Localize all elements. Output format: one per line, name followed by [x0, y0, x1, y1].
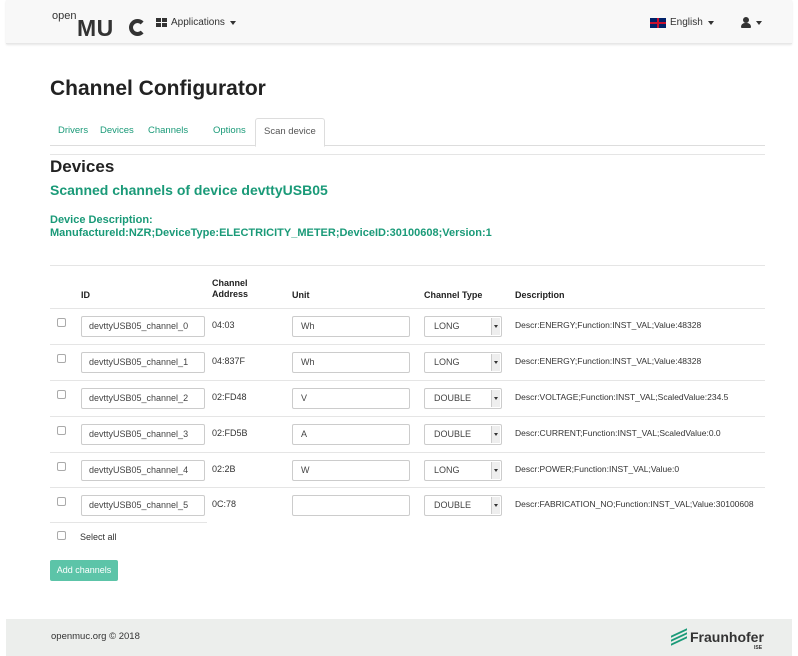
uk-flag-icon — [650, 17, 666, 28]
language-menu[interactable]: English — [650, 17, 714, 28]
select-arrow-icon — [491, 497, 500, 514]
row-checkbox[interactable] — [57, 390, 66, 399]
channel-type-value: LONG — [434, 465, 460, 475]
page-title: Channel Configurator — [50, 77, 266, 100]
row-checkbox[interactable] — [57, 497, 66, 506]
tab-drivers[interactable]: Drivers — [50, 118, 96, 146]
unit-input[interactable]: V — [292, 388, 410, 409]
unit-input[interactable]: Wh — [292, 316, 410, 337]
channel-id-input[interactable]: devttyUSB05_channel_0 — [81, 316, 205, 337]
channel-type-select[interactable]: DOUBLE — [424, 424, 502, 445]
divider — [50, 522, 207, 523]
channel-type-select[interactable]: LONG — [424, 352, 502, 373]
divider — [50, 154, 765, 155]
channel-id-input[interactable]: devttyUSB05_channel_5 — [81, 495, 205, 516]
applications-label: Applications — [171, 17, 225, 28]
channel-type-value: DOUBLE — [434, 500, 472, 510]
table-row: devttyUSB05_channel_4 02:2B W LONG Descr… — [50, 452, 765, 488]
unit-input[interactable] — [292, 495, 410, 516]
th-large-icon — [156, 18, 167, 27]
channel-type-select[interactable]: LONG — [424, 460, 502, 481]
caret-down-icon — [707, 20, 714, 25]
caret-down-icon — [229, 20, 236, 25]
unit-input[interactable]: Wh — [292, 352, 410, 373]
channel-address: 04:837F — [212, 356, 246, 366]
column-header-description: Description — [515, 290, 565, 300]
channel-id-input[interactable]: devttyUSB05_channel_4 — [81, 460, 205, 481]
channel-description: Descr:CURRENT;Function:INST_VAL;ScaledVa… — [515, 428, 721, 438]
select-arrow-icon — [491, 426, 500, 443]
tab-devices[interactable]: Devices — [92, 118, 142, 146]
unit-input[interactable]: A — [292, 424, 410, 445]
user-icon — [741, 17, 751, 28]
logo-wordmark: MU — [77, 15, 114, 41]
row-checkbox[interactable] — [57, 318, 66, 327]
channel-type-select[interactable]: DOUBLE — [424, 495, 502, 516]
channel-description: Descr:ENERGY;Function:INST_VAL;Value:483… — [515, 356, 702, 366]
select-all-label: Select all — [80, 532, 117, 542]
unit-input[interactable]: W — [292, 460, 410, 481]
footer-copyright: openmuc.org © 2018 — [51, 631, 140, 642]
channel-type-select[interactable]: LONG — [424, 316, 502, 337]
fraunhofer-sub: ISE — [754, 645, 763, 651]
channel-type-value: LONG — [434, 321, 460, 331]
logo-prefix: open — [52, 10, 77, 22]
tab-channels[interactable]: Channels — [140, 118, 196, 146]
table-row: devttyUSB05_channel_1 04:837F Wh LONG De… — [50, 344, 765, 380]
channel-address: 02:2B — [212, 464, 236, 474]
select-arrow-icon — [491, 462, 500, 479]
channel-description: Descr:POWER;Function:INST_VAL;Value:0 — [515, 464, 680, 474]
channel-id-input[interactable]: devttyUSB05_channel_1 — [81, 352, 205, 373]
column-header-channel-type: Channel Type — [424, 290, 483, 300]
language-label: English — [670, 17, 703, 28]
scanned-channels-heading: Scanned channels of device devttyUSB05 — [50, 182, 328, 198]
logo-c-mark — [129, 19, 146, 36]
select-arrow-icon — [491, 354, 500, 371]
table-row: devttyUSB05_channel_2 02:FD48 V DOUBLE D… — [50, 380, 765, 416]
table-top-divider — [50, 265, 765, 266]
footer: openmuc.org © 2018 Fraunhofer ISE — [6, 619, 792, 656]
channel-address: 02:FD5B — [212, 428, 248, 438]
column-header-channel-address: Channel Address — [212, 278, 248, 300]
channel-id-input[interactable]: devttyUSB05_channel_2 — [81, 388, 205, 409]
channel-address: 02:FD48 — [212, 392, 247, 402]
channel-description: Descr:FABRICATION_NO;Function:INST_VAL;V… — [515, 499, 754, 509]
channel-type-value: DOUBLE — [434, 429, 472, 439]
devices-heading: Devices — [50, 157, 115, 176]
add-channels-button[interactable]: Add channels — [50, 560, 118, 581]
column-header-channel-address-line2: Address — [212, 289, 249, 299]
caret-down-icon — [756, 20, 762, 25]
row-checkbox[interactable] — [57, 354, 66, 363]
channel-address: 04:03 — [212, 320, 235, 330]
table-row: devttyUSB05_channel_3 02:FD5B A DOUBLE D… — [50, 416, 765, 452]
column-header-unit: Unit — [292, 290, 310, 300]
tab-bar: Drivers Devices Channels Options Scan de… — [50, 118, 765, 147]
channel-description: Descr:VOLTAGE;Function:INST_VAL;ScaledVa… — [515, 392, 729, 402]
channel-description: Descr:ENERGY;Function:INST_VAL;Value:483… — [515, 320, 702, 330]
channel-type-value: LONG — [434, 357, 460, 367]
fraunhofer-wordmark: Fraunhofer — [690, 629, 764, 645]
device-description-label: Device Description: — [50, 214, 153, 226]
tab-scan-device[interactable]: Scan device — [255, 118, 325, 147]
channel-id-input[interactable]: devttyUSB05_channel_3 — [81, 424, 205, 445]
channel-type-value: DOUBLE — [434, 393, 472, 403]
select-arrow-icon — [491, 390, 500, 407]
channel-address: 0C:78 — [212, 499, 237, 509]
top-navbar: open MU Applications English — [6, 0, 792, 44]
table-row: devttyUSB05_channel_5 0C:78 DOUBLE Descr… — [50, 487, 765, 523]
row-checkbox[interactable] — [57, 426, 66, 435]
applications-menu[interactable]: Applications — [156, 17, 236, 28]
column-header-channel-address-line1: Channel — [212, 278, 248, 288]
table-row: devttyUSB05_channel_0 04:03 Wh LONG Desc… — [50, 308, 765, 344]
row-checkbox[interactable] — [57, 462, 66, 471]
fraunhofer-mark-icon — [671, 628, 687, 646]
channel-type-select[interactable]: DOUBLE — [424, 388, 502, 409]
device-description-value: ManufactureId:NZR;DeviceType:ELECTRICITY… — [50, 227, 492, 239]
tab-options[interactable]: Options — [205, 118, 254, 146]
user-menu[interactable] — [741, 17, 762, 28]
select-arrow-icon — [491, 318, 500, 335]
select-all-checkbox[interactable] — [57, 531, 66, 540]
column-header-id: ID — [81, 290, 90, 300]
